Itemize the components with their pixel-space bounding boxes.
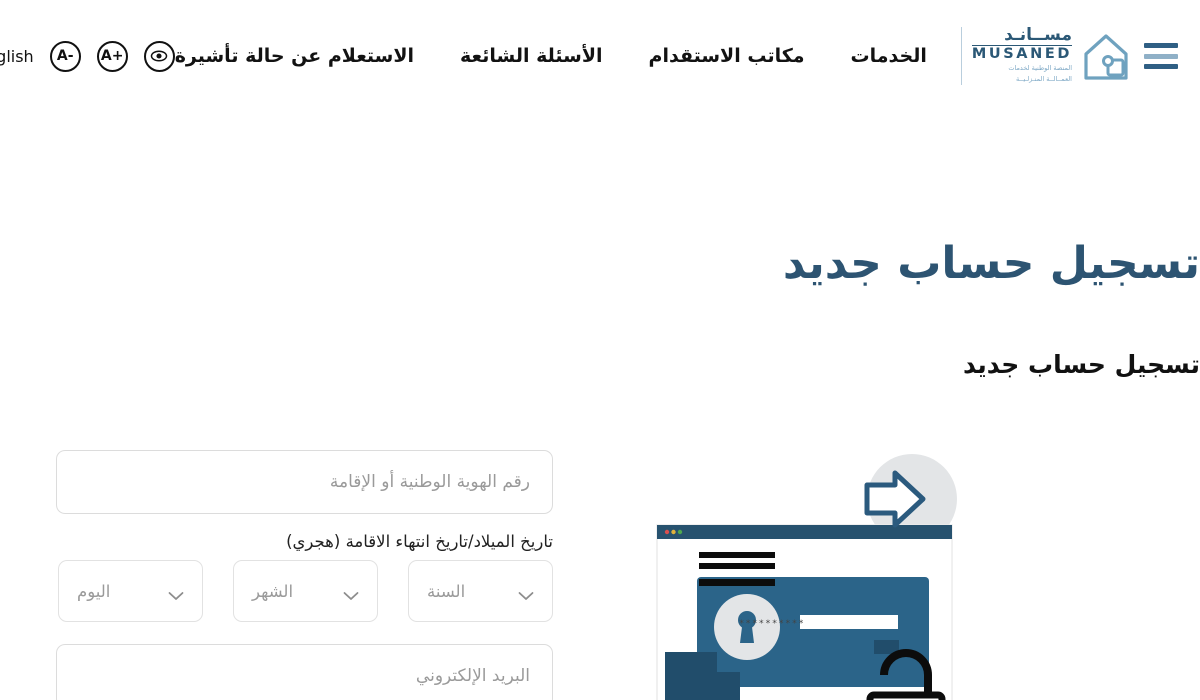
nav-services[interactable]: الخدمات (851, 45, 927, 67)
font-increase-button[interactable]: A+ (96, 40, 128, 72)
section-title: تسجيل حساب جديد (962, 350, 1200, 379)
logo-wordmark: مســانـد MUSANED المنصة الوطنية لخدمات ا… (960, 27, 1072, 85)
chevron-down-icon (168, 586, 184, 600)
nav-recruitment-offices[interactable]: مكاتب الاستقدام (649, 45, 805, 67)
musaned-house-icon (1082, 30, 1130, 82)
hamburger-menu-icon[interactable] (1144, 43, 1178, 69)
main-navigation: الخدمات مكاتب الاستقدام الأسئلة الشائعة … (175, 45, 927, 67)
month-select-value: الشهر (252, 581, 294, 601)
brand-logo[interactable]: مســانـد MUSANED المنصة الوطنية لخدمات ا… (960, 27, 1184, 85)
year-select-value: السنة (427, 581, 466, 601)
day-select-value: اليوم (77, 581, 111, 601)
national-id-placeholder: رقم الهوية الوطنية أو الإقامة (329, 472, 530, 492)
email-input[interactable]: البريد الإلكتروني (56, 644, 553, 700)
header-utilities: A+ A- English (0, 40, 175, 72)
hamburger-bar-bottom (1144, 64, 1178, 69)
chevron-down-icon (518, 586, 534, 600)
site-header: مســانـد MUSANED المنصة الوطنية لخدمات ا… (0, 0, 1200, 112)
password-mask-text: ********** (739, 619, 805, 629)
year-select[interactable]: السنة (408, 560, 553, 622)
birthdate-select-row: السنة الشهر اليوم (56, 560, 553, 622)
padlock-icon (866, 691, 946, 700)
registration-form: رقم الهوية الوطنية أو الإقامة تاريخ المي… (56, 450, 553, 700)
birthdate-label: تاريخ الميلاد/تاريخ انتهاء الاقامة (هجري… (286, 532, 553, 551)
month-select[interactable]: الشهر (233, 560, 378, 622)
logo-subtitle-line-2: العمــالــة المنـزلـيــة (1016, 75, 1072, 84)
chevron-down-icon (343, 586, 359, 600)
logo-english-name: MUSANED (971, 46, 1072, 63)
day-select[interactable]: اليوم (58, 560, 203, 622)
hamburger-bar-middle (1144, 53, 1178, 59)
nav-visa-status-inquiry[interactable]: الاستعلام عن حالة تأشيرة (175, 45, 414, 67)
page-body: تسجيل حساب جديد تسجيل حساب جديد رقم الهو… (0, 112, 1200, 700)
page-title: تسجيل حساب جديد (782, 238, 1200, 289)
nav-faq[interactable]: الأسئلة الشائعة (460, 45, 603, 67)
national-id-input[interactable]: رقم الهوية الوطنية أو الإقامة (56, 450, 553, 514)
language-switch-label[interactable]: English (0, 47, 34, 66)
eye-icon[interactable] (143, 40, 175, 72)
email-placeholder: البريد الإلكتروني (415, 666, 530, 686)
security-login-illustration: ********** (655, 437, 1015, 700)
logo-subtitle-line-1: المنصة الوطنية لخدمات (1008, 63, 1072, 72)
hamburger-bar-top (1144, 43, 1178, 48)
logo-arabic-name: مســانـد (971, 27, 1072, 47)
font-decrease-button[interactable]: A- (49, 40, 81, 72)
